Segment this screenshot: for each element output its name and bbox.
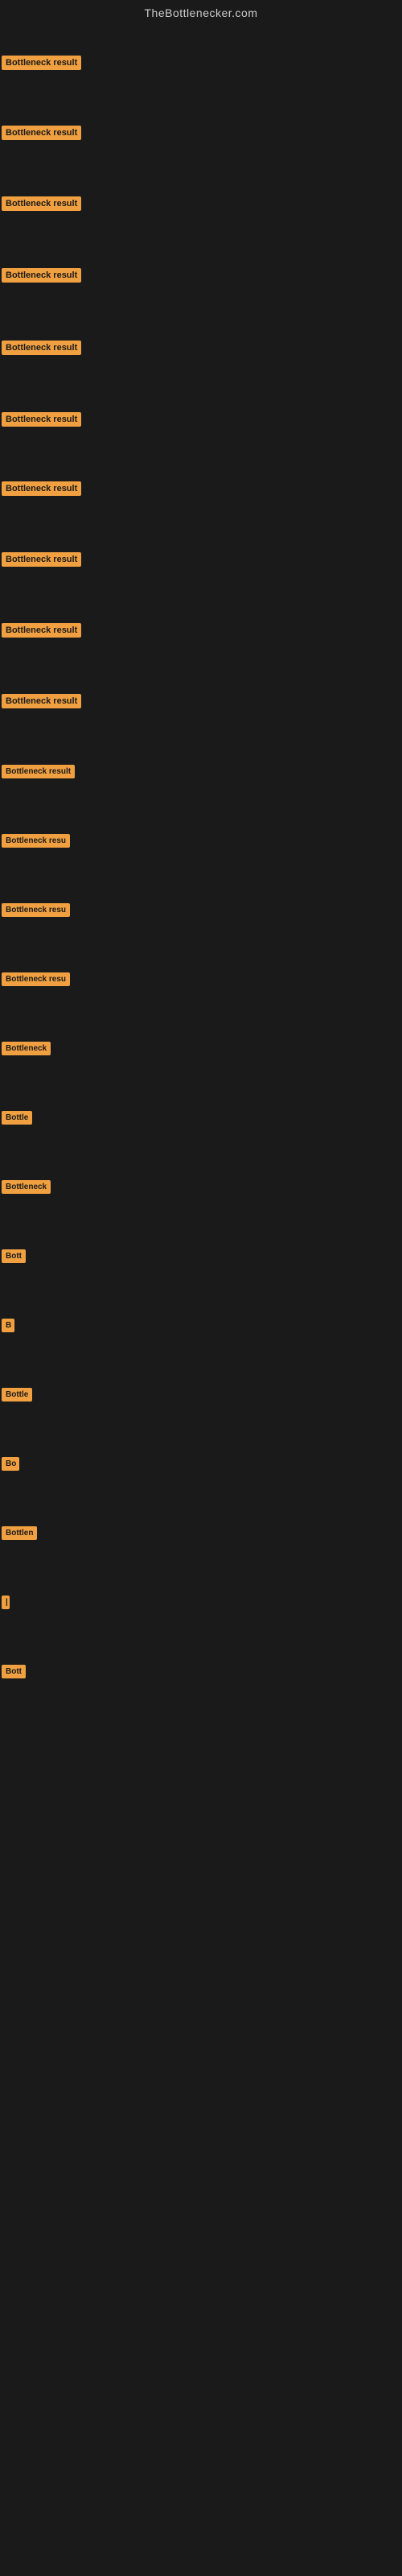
bottleneck-label-14: Bottleneck resu	[2, 972, 70, 986]
labels-container: Bottleneck result Bottleneck result Bottle…	[0, 26, 402, 2521]
bottleneck-label-5: Bottleneck result	[2, 341, 81, 355]
bottleneck-label-18: Bott	[2, 1249, 26, 1263]
bottleneck-label-12: Bottleneck resu	[2, 834, 70, 848]
bottleneck-label-24: Bott	[2, 1665, 26, 1678]
bottleneck-label-23: |	[2, 1596, 10, 1609]
bottleneck-label-16: Bottle	[2, 1111, 32, 1125]
bottleneck-label-8: Bottleneck result	[2, 552, 81, 567]
bottleneck-label-21: Bo	[2, 1457, 19, 1471]
bottleneck-label-3: Bottleneck result	[2, 196, 81, 211]
bottleneck-label-15: Bottleneck	[2, 1042, 51, 1055]
bottleneck-label-10: Bottleneck result	[2, 694, 81, 708]
bottleneck-label-1: Bottleneck result	[2, 56, 81, 70]
bottleneck-label-11: Bottleneck result	[2, 765, 75, 778]
site-title: TheBottlenecker.com	[0, 0, 402, 26]
bottleneck-label-9: Bottleneck result	[2, 623, 81, 638]
bottleneck-label-2: Bottleneck result	[2, 126, 81, 140]
bottleneck-label-13: Bottleneck resu	[2, 903, 70, 917]
bottleneck-label-22: Bottlen	[2, 1526, 37, 1540]
bottleneck-label-7: Bottleneck result	[2, 481, 81, 496]
bottleneck-label-19: B	[2, 1319, 14, 1332]
bottleneck-label-4: Bottleneck result	[2, 268, 81, 283]
bottleneck-label-20: Bottle	[2, 1388, 32, 1402]
bottleneck-label-6: Bottleneck result	[2, 412, 81, 427]
bottleneck-label-17: Bottleneck	[2, 1180, 51, 1194]
